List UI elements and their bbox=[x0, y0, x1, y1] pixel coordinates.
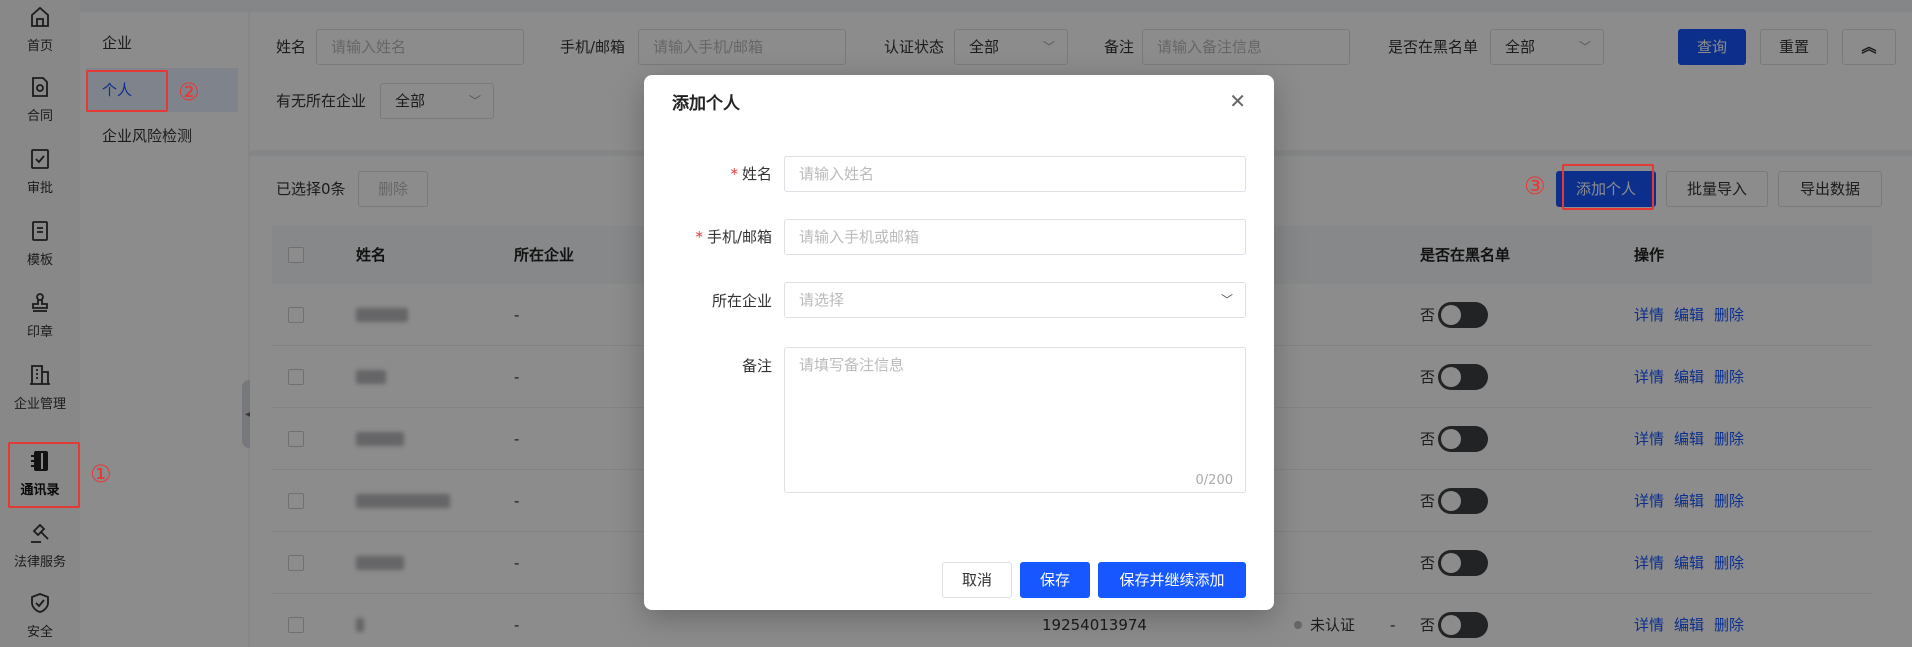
phone-email-field[interactable]: 请输入手机或邮箱 bbox=[784, 219, 1246, 255]
phone-field-label: * 手机/邮箱 bbox=[695, 226, 772, 247]
remark-field-label: 备注 bbox=[741, 357, 772, 375]
remark-placeholder: 请填写备注信息 bbox=[799, 356, 905, 374]
name-field[interactable]: 请输入姓名 bbox=[784, 156, 1246, 192]
add-person-dialog: 添加个人 ✕ * 姓名 请输入姓名 * 手机/邮箱 请输入手机或邮箱 所在企业 请选… bbox=[644, 75, 1274, 610]
annotation-number-three: ③ bbox=[1524, 172, 1546, 200]
required-mark: * bbox=[695, 228, 703, 246]
save-and-continue-button[interactable]: 保存并继续添加 bbox=[1098, 562, 1246, 598]
name-field-label: * 姓名 bbox=[730, 163, 772, 184]
chevron-down-icon: ﹀ bbox=[1220, 293, 1233, 307]
close-icon[interactable]: ✕ bbox=[1229, 89, 1246, 113]
name-label-text: 姓名 bbox=[741, 165, 772, 183]
required-mark: * bbox=[730, 165, 738, 183]
cancel-button[interactable]: 取消 bbox=[942, 562, 1012, 598]
company-select-placeholder: 请选择 bbox=[799, 291, 845, 309]
remark-textarea[interactable]: 请填写备注信息 0/200 bbox=[784, 347, 1246, 493]
char-counter: 0/200 bbox=[1195, 473, 1233, 488]
annotation-number-one: ① bbox=[90, 460, 112, 488]
save-button[interactable]: 保存 bbox=[1020, 562, 1090, 598]
company-select[interactable]: 请选择 ﹀ bbox=[784, 282, 1246, 318]
annotation-number-two: ② bbox=[178, 78, 200, 106]
company-field-label: 所在企业 bbox=[711, 292, 772, 310]
phone-label-text: 手机/邮箱 bbox=[706, 228, 772, 246]
dialog-title: 添加个人 bbox=[672, 94, 740, 114]
